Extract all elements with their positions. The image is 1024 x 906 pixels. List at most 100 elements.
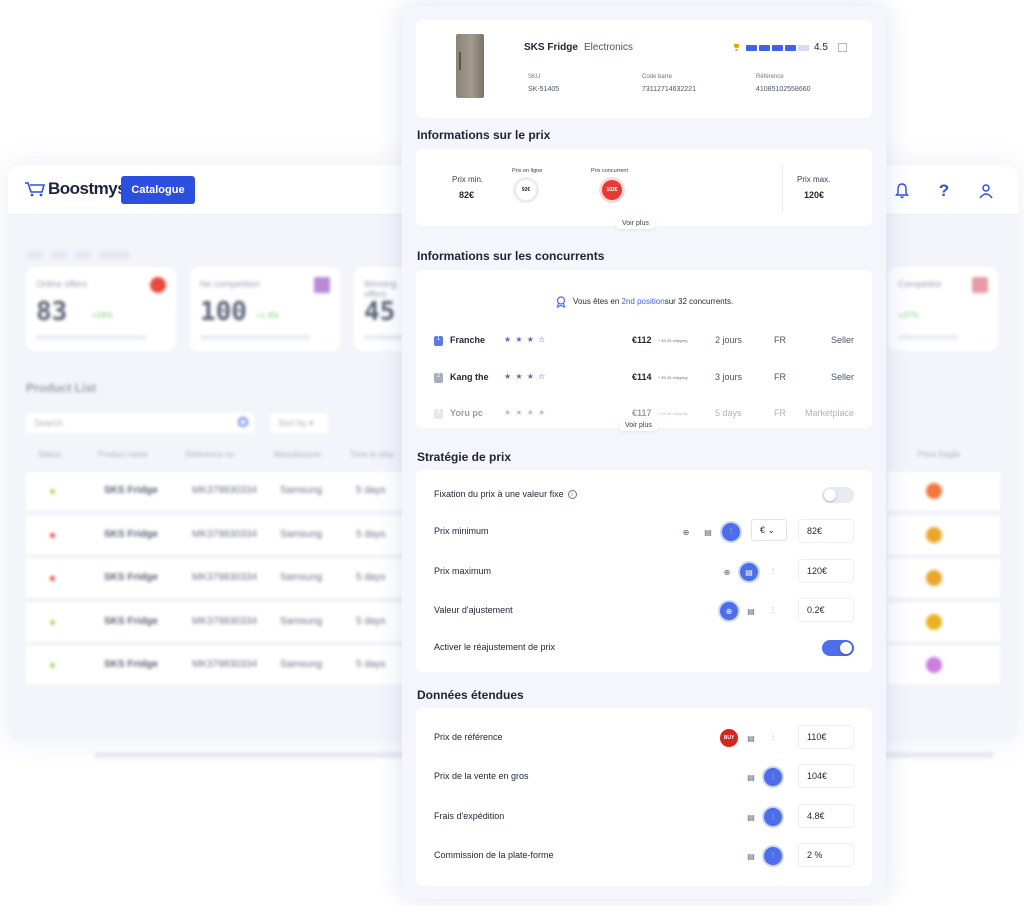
table-row[interactable]: SKS Fridge MK379830334 Samsung 5 days <box>26 472 410 510</box>
product-name-cell: SKS Fridge <box>104 615 158 627</box>
ship-time-cell: 5 days <box>356 528 386 540</box>
fixed-price-row: Fixation du prix à une valeur fixe i <box>434 482 854 508</box>
stat-card: Competitor +37% <box>888 267 998 351</box>
competitor-name: Franche <box>450 335 486 345</box>
tools-icon[interactable]: ⫶ <box>764 768 782 786</box>
rating-bar <box>746 45 809 51</box>
barcode-label: Code barre <box>642 74 673 80</box>
help-icon[interactable]: ? <box>930 177 958 205</box>
min-price-value: 82€ <box>459 190 475 200</box>
rank-badge: 1 <box>434 336 443 346</box>
competitor-delivery: 3 jours <box>715 371 743 382</box>
wholesale-price-input[interactable]: 104€ <box>798 764 854 788</box>
shipping-cost-input[interactable]: 4.8€ <box>798 804 854 828</box>
barcode-value: 73112714632221 <box>642 86 696 93</box>
globe-icon[interactable]: ⊕ <box>718 563 736 581</box>
tools-icon[interactable]: ⫶ <box>764 808 782 826</box>
globe-icon[interactable]: ⊕ <box>720 602 738 620</box>
table-row[interactable]: SKS Fridge MK379830334 Samsung 5 days <box>26 646 410 684</box>
document-icon[interactable]: ▤ <box>699 523 717 541</box>
reference-value: 41085102558660 <box>756 86 811 93</box>
tools-icon[interactable]: ⫶ <box>764 563 782 581</box>
expand-icon[interactable] <box>838 43 847 52</box>
product-name-cell: SKS Fridge <box>104 528 158 540</box>
document-icon[interactable]: ▤ <box>740 563 758 581</box>
document-icon[interactable]: ▤ <box>742 808 760 826</box>
user-icon[interactable] <box>972 177 1000 205</box>
section-title-competitors: Informations sur les concurrents <box>417 249 605 263</box>
product-name: SKS Fridge <box>524 42 578 53</box>
adjust-value-input[interactable]: 0.2€ <box>798 598 854 622</box>
table-row-end <box>888 602 1000 641</box>
position-banner: Vous êtes en 2nd positionsur 32 concurre… <box>416 296 872 309</box>
chevron-down-icon: ⌄ <box>767 525 776 535</box>
price-gauge-icon <box>926 613 942 630</box>
rating-segment <box>772 45 783 51</box>
status-dot <box>50 619 55 625</box>
stat-value: 83 <box>36 297 68 327</box>
currency-value: € <box>760 525 766 535</box>
search-input[interactable]: Search <box>26 413 254 433</box>
sort-dropdown[interactable]: Sort by ▾ <box>270 413 328 433</box>
cart-logo-icon <box>25 182 46 197</box>
sku-value: SK-51405 <box>528 86 560 93</box>
price-gauge-icon <box>926 657 942 673</box>
rating-value: 4.5 <box>814 42 828 53</box>
competitor-country: FR <box>774 371 786 382</box>
stat-label: Competitor <box>898 279 943 289</box>
currency-select[interactable]: € ⌄ <box>751 519 787 541</box>
stat-card: No competition 100 +1.4% <box>190 267 340 351</box>
competitor-stars: ★ ★ ★ ★ <box>504 408 547 417</box>
competitor-country: FR <box>774 335 786 345</box>
ship-time-cell: 5 days <box>356 615 386 627</box>
commission-input[interactable]: 2 % <box>798 843 854 867</box>
reference-price-input[interactable]: 110€ <box>798 725 854 749</box>
product-category: Electronics <box>584 42 633 53</box>
buy-badge-icon[interactable]: BUY <box>720 729 738 747</box>
competitor-row[interactable]: 1 Franche ★ ★ ★ ☆ €112 + €3.45 shipping 2 jou… <box>434 334 854 352</box>
price-info-card: Prix min. 82€ Prix en ligne 92€ Prix con… <box>416 149 872 229</box>
stat-value: 100 <box>200 297 247 327</box>
fixed-price-toggle[interactable] <box>822 487 854 503</box>
tools-icon[interactable]: ⫶ <box>764 729 782 747</box>
max-price-input[interactable]: 120€ <box>798 559 854 583</box>
competitor-country: FR <box>774 408 786 418</box>
catalogue-button[interactable]: Catalogue <box>121 176 195 204</box>
readjust-toggle[interactable] <box>822 640 854 656</box>
reference-cell: MK379830334 <box>192 572 258 583</box>
globe-icon[interactable]: ⊕ <box>677 523 695 541</box>
competitors-voir-plus-button[interactable]: Voir plus <box>619 420 658 431</box>
min-price-input[interactable]: 82€ <box>798 519 854 543</box>
tools-icon[interactable]: ⫶ <box>764 847 782 865</box>
table-row[interactable]: SKS Fridge MK379830334 Samsung 5 days <box>26 515 410 554</box>
info-icon[interactable]: i <box>567 490 577 500</box>
table-row[interactable]: SKS Fridge MK379830334 Samsung 5 days <box>26 559 410 597</box>
document-icon[interactable]: ▤ <box>742 602 760 620</box>
column-header: Status <box>38 450 61 459</box>
wholesale-price-row: Prix de la vente en gros ▤ ⫶ 104€ <box>434 764 854 790</box>
tools-icon[interactable]: ⫶ <box>722 523 740 541</box>
document-icon[interactable]: ▤ <box>742 768 760 786</box>
table-row[interactable]: SKS Fridge MK379830334 Samsung 5 days <box>26 602 410 641</box>
competitor-shipping: + €3.45 shipping <box>658 374 688 380</box>
document-icon[interactable]: ▤ <box>742 847 760 865</box>
strategy-card: Fixation du prix à une valeur fixe i Prix… <box>416 470 872 672</box>
stat-value: 45 <box>364 297 396 327</box>
price-voir-plus-button[interactable]: Voir plus <box>616 218 655 229</box>
tools-icon[interactable]: ⫶ <box>764 602 782 620</box>
product-name-cell: SKS Fridge <box>104 572 158 583</box>
stat-icon <box>314 277 330 293</box>
product-image <box>456 34 484 98</box>
shipping-cost-row: Frais d'expédition ▤ ⫶ 4.8€ <box>434 804 854 830</box>
reference-label: Référence <box>756 74 784 80</box>
rating-segment <box>759 45 770 51</box>
bell-icon[interactable] <box>888 177 916 205</box>
competitor-price-marker: 102€ <box>602 180 622 200</box>
rating-segment <box>785 45 796 51</box>
search-placeholder: Search <box>34 418 63 428</box>
competitor-price-label: Prix concurrent <box>591 168 628 174</box>
document-icon[interactable]: ▤ <box>742 729 760 747</box>
ship-time-cell: 5 days <box>356 659 386 670</box>
min-price-row: Prix minimum ⊕ ▤ ⫶ € ⌄ 82€ <box>434 519 854 545</box>
competitor-row[interactable]: 2 Kang the ★ ★ ★ ☆ €114 + €3.45 shipping 3 jo… <box>434 371 854 389</box>
